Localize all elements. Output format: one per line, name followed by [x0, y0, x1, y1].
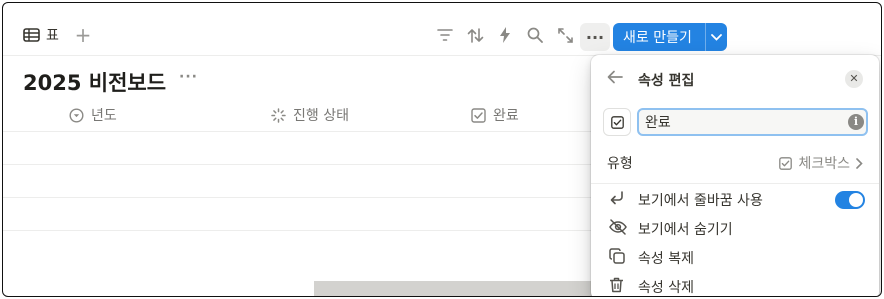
toggle-knob	[849, 193, 863, 207]
table-icon	[23, 28, 40, 42]
menu-item-label: 보기에서 줄바꿈 사용	[638, 193, 763, 209]
view-tab-label: 표	[46, 28, 59, 44]
database-title[interactable]: 2025 비전보드	[23, 67, 166, 97]
duplicate-icon	[609, 248, 627, 266]
status-icon	[271, 107, 286, 123]
table-row[interactable]	[3, 197, 593, 198]
trash-icon	[609, 277, 627, 295]
menu-item-label: 속성 삭제	[638, 280, 694, 296]
title-more-icon[interactable]: ···	[179, 69, 198, 85]
edit-property-panel: 속성 편집 ✕ i 유형 체크박스 보기에서 줄바꿈 사용	[591, 55, 879, 296]
column-header-label: 년도	[91, 108, 117, 124]
checkbox-icon	[610, 115, 624, 129]
automation-icon[interactable]	[495, 25, 515, 45]
panel-divider	[591, 183, 879, 184]
menu-item-hide-in-view[interactable]: 보기에서 숨기기	[591, 214, 879, 242]
wrap-toggle[interactable]	[835, 191, 865, 209]
column-header-label: 완료	[493, 108, 519, 124]
wrap-icon	[609, 190, 627, 208]
table-header-border	[3, 131, 593, 132]
checkbox-icon	[779, 156, 793, 170]
back-arrow-icon[interactable]	[607, 69, 625, 87]
notion-window: 표 + ··· 새로 만들기 2025 비전보드 ··· 년도 진행 상태 완료…	[2, 2, 882, 297]
column-header-status[interactable]: 진행 상태	[271, 105, 349, 125]
menu-item-duplicate-property[interactable]: 속성 복제	[591, 243, 879, 271]
property-type-row[interactable]: 유형 체크박스	[591, 149, 879, 175]
filter-icon[interactable]	[435, 25, 455, 45]
panel-header: 속성 편집 ✕	[591, 55, 879, 101]
select-icon	[69, 107, 84, 123]
menu-item-label: 속성 복제	[638, 251, 694, 267]
expand-icon[interactable]	[555, 25, 575, 45]
add-view-button[interactable]: +	[71, 23, 95, 47]
new-button-label: 새로 만들기	[623, 30, 692, 46]
chevron-down-icon[interactable]	[706, 33, 727, 41]
table-row[interactable]	[3, 230, 593, 231]
view-tab-table[interactable]: 표	[23, 23, 59, 47]
property-type-value: 체크박스	[779, 153, 863, 173]
checkbox-icon	[471, 107, 486, 123]
menu-item-wrap-in-view[interactable]: 보기에서 줄바꿈 사용	[591, 185, 879, 213]
close-icon[interactable]: ✕	[845, 70, 863, 88]
search-icon[interactable]	[525, 25, 545, 45]
column-header-done[interactable]: 완료	[471, 105, 519, 125]
horizontal-scrollbar[interactable]	[314, 281, 594, 296]
new-button[interactable]: 새로 만들기	[613, 23, 727, 51]
property-type-icon-button[interactable]	[603, 108, 631, 136]
panel-title: 속성 편집	[638, 73, 695, 89]
property-type-value-text: 체크박스	[798, 156, 850, 172]
more-options-button[interactable]: ···	[580, 23, 610, 51]
table-row[interactable]	[3, 164, 593, 165]
eye-slash-icon	[609, 219, 627, 237]
menu-item-label: 보기에서 숨기기	[638, 222, 733, 238]
property-type-label: 유형	[607, 156, 633, 172]
property-name-input[interactable]	[637, 108, 868, 136]
sort-icon[interactable]	[465, 25, 485, 45]
database-toolbar: 표 + ··· 새로 만들기	[3, 3, 881, 56]
info-icon[interactable]: i	[848, 114, 864, 130]
menu-item-delete-property[interactable]: 속성 삭제	[591, 272, 879, 296]
column-header-label: 진행 상태	[293, 108, 349, 124]
column-header-year[interactable]: 년도	[69, 105, 117, 125]
chevron-right-icon	[856, 157, 863, 169]
